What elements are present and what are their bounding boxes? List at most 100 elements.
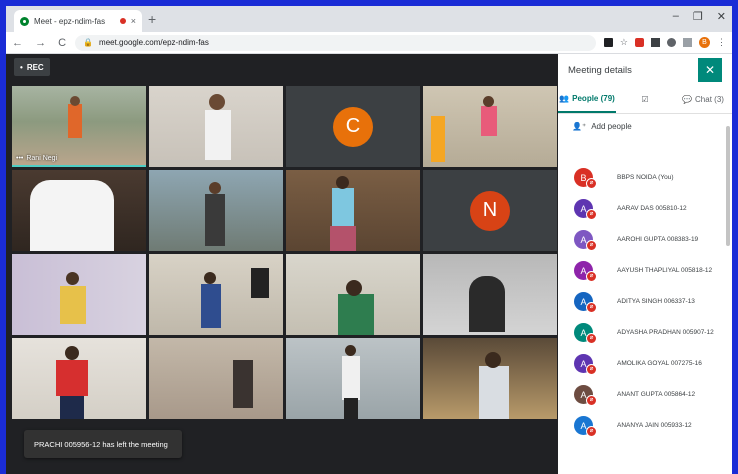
participant-name: AARAV DAS 005810-12 bbox=[617, 205, 687, 212]
browser-tab[interactable]: Meet - epz-ndim-fas × bbox=[14, 10, 142, 32]
notification-toast: PRACHI 005956-12 has left the meeting bbox=[24, 430, 182, 458]
tab-activities[interactable]: ☑ bbox=[616, 85, 674, 113]
audio-level-icon: ••• bbox=[16, 155, 24, 162]
back-arrow-icon[interactable]: ← bbox=[12, 37, 23, 49]
video-tile[interactable] bbox=[423, 338, 557, 419]
rec-label: REC bbox=[26, 62, 44, 72]
list-extension-icon[interactable] bbox=[683, 38, 692, 47]
puzzle-extension-icon[interactable] bbox=[667, 38, 676, 47]
maximize-button[interactable]: ❐ bbox=[693, 10, 703, 23]
participant-initial-avatar: N bbox=[470, 190, 510, 231]
participant-name: AAYUSH THAPLIYAL 005818-12 bbox=[617, 267, 713, 274]
participant-name: AAROHI GUPTA 008383-19 bbox=[617, 236, 699, 243]
profile-avatar[interactable]: B bbox=[699, 37, 710, 48]
video-tile[interactable] bbox=[149, 170, 283, 251]
mic-off-icon: ⌀ bbox=[586, 271, 597, 282]
forward-arrow-icon[interactable]: → bbox=[35, 37, 46, 49]
close-window-button[interactable]: ✕ bbox=[717, 10, 726, 23]
participant-avatar: A ⌀ bbox=[574, 354, 597, 375]
participant-name: ADITYA SINGH 006337-13 bbox=[617, 298, 695, 305]
new-tab-button[interactable]: + bbox=[148, 11, 156, 27]
chat-icon: 💬 bbox=[682, 94, 693, 104]
video-tile[interactable] bbox=[423, 254, 557, 335]
video-tile[interactable] bbox=[286, 254, 420, 335]
participant-avatar: A ⌀ bbox=[574, 261, 597, 282]
video-grid: ••• Rani Negi C N bbox=[12, 86, 557, 422]
participant-row[interactable]: A ⌀ AAROHI GUPTA 008383-19 bbox=[558, 224, 724, 255]
participant-avatar: A ⌀ bbox=[574, 230, 597, 251]
participant-avatar: A ⌀ bbox=[574, 199, 597, 220]
add-people-button[interactable]: 👤⁺ Add people bbox=[558, 114, 732, 138]
panel-header: Meeting details ✕ bbox=[558, 54, 732, 86]
tab-title: Meet - epz-ndim-fas bbox=[34, 16, 106, 26]
participant-row[interactable]: A ⌀ AMOLIKA GOYAL 007275-16 bbox=[558, 348, 724, 379]
lock-icon: 🔒 bbox=[83, 38, 94, 47]
video-tile[interactable] bbox=[286, 338, 420, 419]
video-tile[interactable] bbox=[149, 254, 283, 335]
participant-name: ANANYA JAIN 005933-12 bbox=[617, 422, 692, 429]
video-tile[interactable] bbox=[149, 86, 283, 167]
participant-name-tag: ••• Rani Negi bbox=[16, 155, 58, 162]
participant-row[interactable]: A ⌀ ADYASHA PRADHAN 005907-12 bbox=[558, 317, 724, 348]
add-person-icon: 👤⁺ bbox=[572, 121, 587, 131]
recording-indicator-icon bbox=[119, 18, 126, 24]
shield-extension-icon[interactable] bbox=[635, 38, 644, 47]
nav-buttons: ← → C bbox=[12, 37, 75, 49]
participant-row[interactable]: A ⌀ ANANYA JAIN 005933-12 bbox=[558, 410, 724, 441]
participant-avatar: A ⌀ bbox=[574, 323, 597, 344]
record-icon: • bbox=[20, 62, 23, 72]
checkbox-icon: ☑ bbox=[641, 94, 649, 104]
reload-icon[interactable]: C bbox=[58, 37, 66, 49]
video-tile-avatar[interactable]: C bbox=[286, 86, 420, 167]
video-tile[interactable] bbox=[149, 338, 283, 419]
recording-badge: • REC bbox=[14, 58, 50, 76]
participant-row[interactable]: A ⌀ AARAV DAS 005810-12 bbox=[558, 193, 724, 224]
video-tile[interactable] bbox=[12, 338, 146, 419]
mic-off-icon: ⌀ bbox=[586, 209, 597, 220]
participant-row[interactable]: B ⌀ BBPS NOIDA (You) bbox=[558, 162, 724, 193]
meeting-stage: • REC ••• Rani Negi C N PRACHI 005956-12… bbox=[6, 54, 558, 474]
url-text: meet.google.com/epz-ndim-fas bbox=[99, 38, 209, 47]
tab-close-icon[interactable]: × bbox=[131, 16, 136, 26]
participant-row[interactable]: A ⌀ ADITYA SINGH 006337-13 bbox=[558, 286, 724, 317]
mic-off-icon: ⌀ bbox=[586, 178, 597, 189]
panel-title: Meeting details bbox=[568, 64, 632, 76]
address-bar: ← → C 🔒 meet.google.com/epz-ndim-fas ☆ B… bbox=[6, 32, 732, 54]
participant-name: BBPS NOIDA (You) bbox=[617, 174, 674, 181]
mic-off-icon: ⌀ bbox=[586, 364, 597, 375]
tab-people[interactable]: 👥 People (79) bbox=[558, 85, 616, 113]
video-tile[interactable] bbox=[12, 254, 146, 335]
mic-off-icon: ⌀ bbox=[586, 395, 597, 406]
video-tile[interactable] bbox=[286, 170, 420, 251]
mic-off-icon: ⌀ bbox=[586, 302, 597, 313]
minimize-button[interactable]: – bbox=[673, 10, 679, 23]
participant-name: ANANT GUPTA 005864-12 bbox=[617, 391, 696, 398]
video-tile[interactable]: ••• Rani Negi bbox=[12, 86, 146, 167]
participant-initial-avatar: C bbox=[333, 106, 373, 147]
panel-tabs: 👥 People (79) ☑ 💬 Chat (3) bbox=[558, 86, 732, 114]
participant-avatar: A ⌀ bbox=[574, 385, 597, 406]
url-field[interactable]: 🔒 meet.google.com/epz-ndim-fas bbox=[75, 34, 596, 51]
grid-extension-icon[interactable] bbox=[651, 38, 660, 47]
participant-avatar: A ⌀ bbox=[574, 292, 597, 313]
video-tile[interactable] bbox=[423, 86, 557, 167]
camera-icon[interactable] bbox=[603, 38, 613, 47]
meeting-details-panel: Meeting details ✕ 👥 People (79) ☑ 💬 Chat… bbox=[558, 54, 732, 474]
tab-bar: Meet - epz-ndim-fas × + – ❐ ✕ bbox=[6, 6, 732, 32]
participant-name: AMOLIKA GOYAL 007275-16 bbox=[617, 360, 702, 367]
mic-off-icon: ⌀ bbox=[586, 240, 597, 251]
browser-menu-icon[interactable]: ⋮ bbox=[717, 37, 726, 48]
video-tile-avatar[interactable]: N bbox=[423, 170, 557, 251]
participant-row[interactable]: A ⌀ AAYUSH THAPLIYAL 005818-12 bbox=[558, 255, 724, 286]
participant-avatar: A ⌀ bbox=[574, 416, 597, 437]
video-tile[interactable] bbox=[12, 170, 146, 251]
star-icon[interactable]: ☆ bbox=[620, 37, 628, 48]
tab-chat[interactable]: 💬 Chat (3) bbox=[674, 85, 732, 113]
people-icon: 👥 bbox=[559, 93, 570, 103]
participant-name: ADYASHA PRADHAN 005907-12 bbox=[617, 329, 714, 336]
participant-row[interactable]: A ⌀ ANANT GUPTA 005864-12 bbox=[558, 379, 724, 410]
extension-icons: ☆ B ⋮ bbox=[603, 37, 726, 48]
close-panel-button[interactable]: ✕ bbox=[698, 58, 722, 82]
participant-list-scrollbar[interactable] bbox=[726, 126, 730, 246]
mic-off-icon: ⌀ bbox=[586, 333, 597, 344]
